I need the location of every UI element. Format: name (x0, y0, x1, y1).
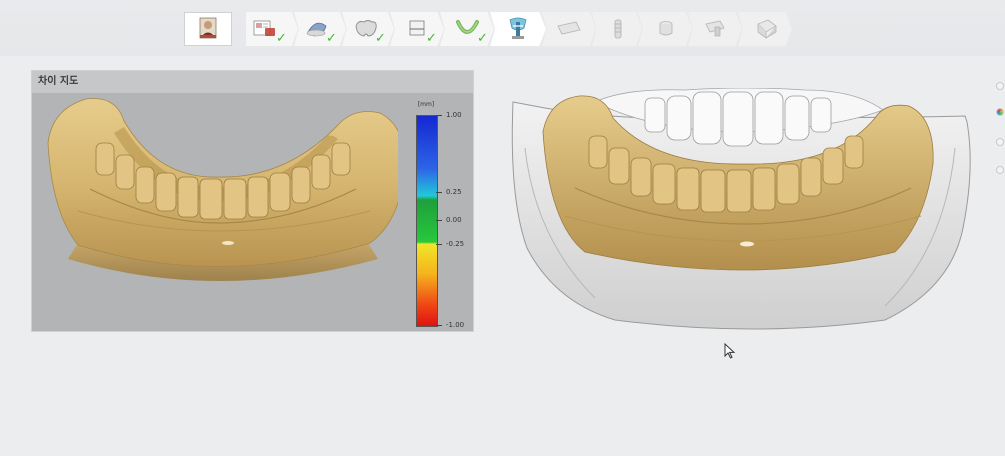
workflow-toolbar: ✓ ✓ ✓ ✓ ✓ (0, 0, 1005, 56)
deviation-color-scale (416, 115, 438, 327)
tooth-crown-icon (355, 20, 377, 37)
step-guide-design[interactable] (542, 12, 596, 46)
scan-data-icon (253, 20, 275, 36)
export-print-icon (757, 19, 777, 39)
step-arch-plane[interactable]: ✓ (390, 12, 444, 46)
patient-info-button[interactable] (184, 12, 232, 46)
tool-dot[interactable] (996, 82, 1004, 90)
step-guide-support[interactable] (638, 12, 692, 46)
panel-title: 차이 지도 (32, 71, 473, 93)
scale-unit-label: [mm] (417, 101, 435, 108)
scale-tick: 1.00 (446, 111, 462, 119)
scale-tick: 0.00 (446, 216, 462, 224)
guide-design-icon (557, 21, 581, 35)
deviation-map-panel[interactable]: 차이 지도 [mm] 1.00 0.25 0.00 -0.25 -1.00 (31, 70, 474, 332)
step-done-check-icon: ✓ (477, 31, 488, 46)
step-scan-align[interactable]: ✓ (294, 12, 346, 46)
patient-photo-icon (199, 17, 217, 39)
step-done-check-icon: ✓ (326, 31, 337, 46)
3d-viewport[interactable] (505, 88, 995, 348)
tool-dot[interactable] (996, 138, 1004, 146)
scale-tick: -0.25 (446, 240, 465, 248)
scale-tick: 0.25 (446, 188, 462, 196)
tool-dot[interactable] (996, 166, 1004, 174)
step-implant-plan[interactable] (490, 12, 546, 46)
step-sleeve[interactable] (592, 12, 642, 46)
guide-output-icon (705, 20, 725, 37)
step-arch-curve[interactable]: ✓ (440, 12, 494, 46)
step-done-check-icon: ✓ (276, 31, 287, 46)
step-done-check-icon: ✓ (375, 31, 386, 46)
color-picker-icon[interactable] (996, 108, 1004, 116)
view-tools-strip (994, 56, 1005, 196)
lower-jaw-model[interactable] (38, 93, 398, 293)
sleeve-icon (659, 21, 673, 36)
step-scan-data[interactable]: ✓ (246, 12, 298, 46)
step-done-check-icon: ✓ (426, 31, 437, 46)
mouse-pointer-icon (724, 343, 736, 359)
step-export[interactable] (738, 12, 792, 46)
implant-plan-icon (509, 17, 527, 39)
step-tooth-form[interactable]: ✓ (342, 12, 394, 46)
scale-tick: -1.00 (446, 321, 465, 329)
scan-align-icon (306, 22, 327, 37)
step-guide-output[interactable] (688, 12, 742, 46)
implant-screw-icon (614, 19, 622, 39)
